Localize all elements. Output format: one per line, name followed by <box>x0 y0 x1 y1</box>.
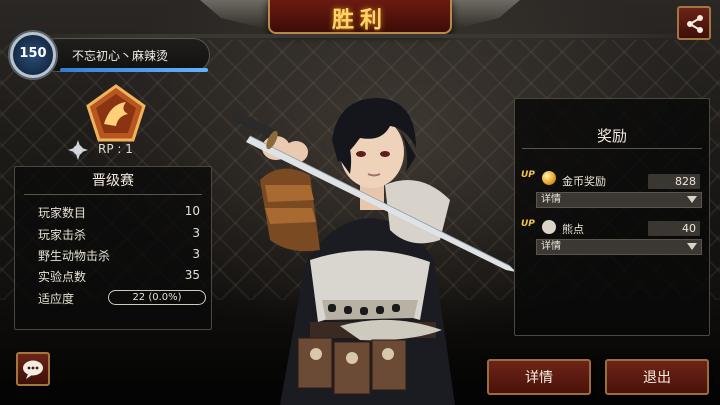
chat-bubble-icon <box>23 360 43 379</box>
reward-divider <box>522 148 702 149</box>
reward-detail-select-value: 详情 <box>541 194 561 205</box>
reward-label: 金币奖励 <box>562 175 606 188</box>
reward-detail-select[interactable]: 详情 <box>536 239 702 255</box>
share-icon <box>687 15 703 33</box>
bear-icon <box>542 220 556 234</box>
reward-label: 熊点 <box>562 223 584 236</box>
stat-label: 实验点数 <box>38 270 87 284</box>
xp-bar <box>60 68 208 72</box>
chevron-down-icon <box>687 243 697 250</box>
stat-value: 10 <box>184 204 200 218</box>
stat-row: 实验点数 35 <box>38 266 202 286</box>
stat-row: 野生动物击杀 3 <box>38 245 202 265</box>
stat-value: 35 <box>184 268 200 282</box>
reward-detail-select[interactable]: 详情 <box>536 192 702 208</box>
stat-value: 3 <box>192 226 200 240</box>
fitness-value: 22 (0.0%) <box>108 290 206 305</box>
up-tag: UP <box>521 219 535 229</box>
share-button[interactable] <box>677 6 711 40</box>
chevron-down-icon <box>687 196 697 203</box>
stat-label: 玩家击杀 <box>38 228 87 242</box>
result-title: 胜利 <box>331 8 388 33</box>
phoenix-rank-emblem-icon <box>86 84 146 142</box>
rp-icon <box>68 140 88 160</box>
player-name: 不忘初心丶麻辣烫 <box>72 49 169 63</box>
exit-button[interactable]: 退出 <box>605 359 709 395</box>
chat-button[interactable] <box>16 352 50 386</box>
xp-bar-fill <box>60 68 208 72</box>
stat-label: 野生动物击杀 <box>38 249 111 263</box>
reward-value: 828 <box>648 174 700 189</box>
up-tag: UP <box>521 170 535 180</box>
stat-value: 3 <box>192 247 200 261</box>
player-level: 150 <box>19 46 47 61</box>
stat-row: 玩家数目 10 <box>38 202 202 222</box>
details-button[interactable]: 详情 <box>487 359 591 395</box>
reward-title: 奖励 <box>596 127 627 145</box>
stat-row: 玩家击杀 3 <box>38 224 202 244</box>
coin-icon <box>542 171 556 185</box>
stat-label: 玩家数目 <box>38 206 87 220</box>
rp-label: RP : 1 <box>98 142 133 156</box>
reward-detail-select-value: 详情 <box>541 241 561 252</box>
stats-divider <box>24 194 202 195</box>
character-illustration <box>232 98 516 405</box>
reward-value: 40 <box>648 221 700 236</box>
stats-title: 晋级赛 <box>92 173 134 189</box>
fitness-label: 适应度 <box>38 292 75 306</box>
